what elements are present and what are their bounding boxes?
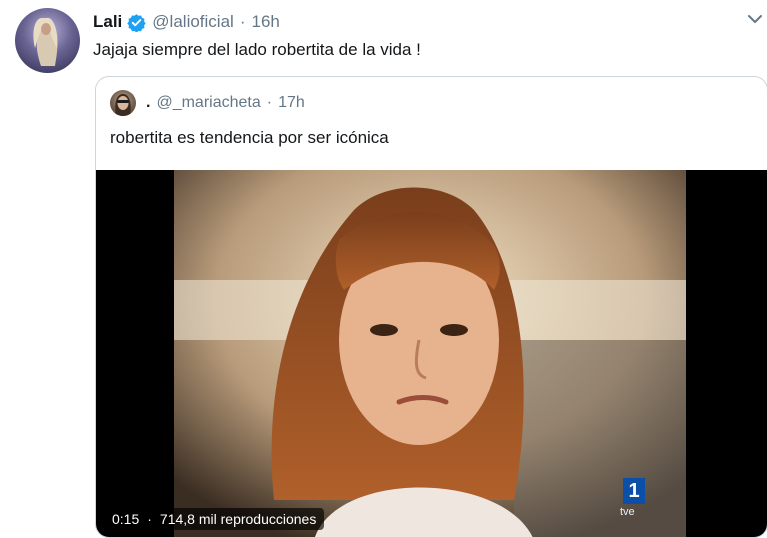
quoted-avatar[interactable] bbox=[110, 90, 136, 116]
quoted-timestamp[interactable]: 17h bbox=[278, 94, 305, 112]
separator-dot: · bbox=[239, 12, 246, 31]
video-views: 714,8 mil reproducciones bbox=[159, 511, 317, 527]
quoted-tweet[interactable]: . @_mariacheta · 17h robertita es tenden… bbox=[95, 76, 767, 538]
separator-dot: · bbox=[266, 94, 273, 111]
video-info-bar: 0:15 · 714,8 mil reproducciones bbox=[104, 508, 325, 530]
quoted-text: robertita es tendencia por ser icónica bbox=[110, 128, 389, 147]
profile-avatar[interactable] bbox=[15, 8, 80, 73]
video-player[interactable]: 1 tve 0:15 · 714,8 mil reproducciones bbox=[96, 170, 767, 537]
broadcaster-sublabel: tve bbox=[620, 506, 635, 518]
author-name[interactable]: Lali bbox=[93, 12, 122, 32]
separator-dot: · bbox=[147, 511, 152, 527]
tweet-header: Lali @lalioficial · 16h bbox=[93, 10, 280, 34]
quoted-author-name[interactable]: . bbox=[146, 94, 150, 112]
verified-badge-icon bbox=[127, 13, 146, 32]
quoted-handle[interactable]: @_mariacheta bbox=[156, 94, 260, 112]
video-time: 0:15 bbox=[112, 511, 140, 527]
tweet: Lali @lalioficial · 16h Jajaja siempre d… bbox=[0, 0, 767, 538]
avatar-image bbox=[33, 18, 58, 66]
tweet-text: Jajaja siempre del lado robertita de la … bbox=[93, 40, 421, 59]
chevron-down-icon[interactable] bbox=[746, 12, 764, 31]
author-handle[interactable]: @lalioficial bbox=[152, 12, 234, 32]
broadcaster-logo: 1 bbox=[623, 478, 645, 504]
quoted-header: . @_mariacheta · 17h bbox=[110, 90, 305, 116]
video-frame bbox=[174, 170, 686, 537]
tweet-timestamp[interactable]: 16h bbox=[251, 12, 279, 32]
